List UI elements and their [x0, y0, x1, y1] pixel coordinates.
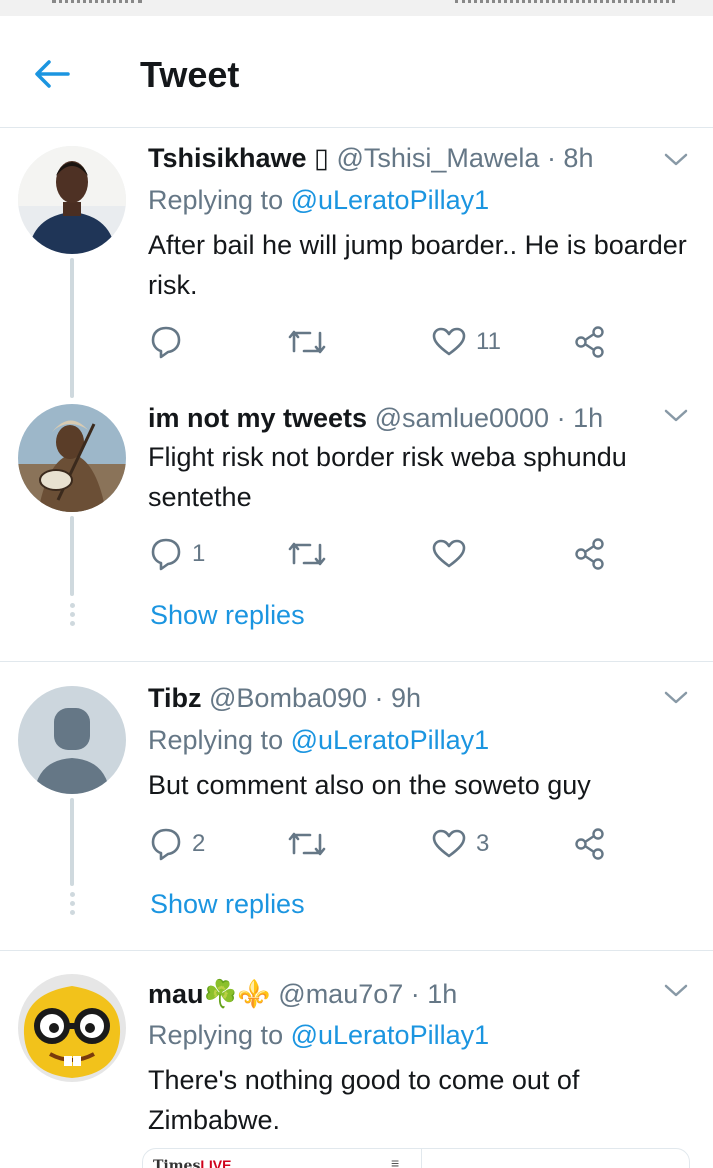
tweet-header: Tshisikhawe ▯ @Tshisi_Mawela · 8h [148, 143, 593, 174]
tweet-header: im not my tweets @samlue0000 · 1h [148, 403, 603, 434]
heart-icon [432, 829, 466, 858]
thread-line [70, 258, 74, 398]
avatar-photo-icon [18, 146, 126, 254]
reply-bubble-icon [151, 538, 181, 571]
replying-to: Replying to @uLeratoPillay1 [148, 725, 489, 756]
replying-to-label: Replying to [148, 725, 291, 755]
heart-icon [432, 327, 466, 356]
card-menu-icon: ≡ [391, 1155, 400, 1168]
divider [0, 950, 713, 951]
retweet-icon [288, 832, 326, 856]
like-button[interactable]: 11 [432, 324, 501, 360]
show-replies-link[interactable]: Show replies [150, 600, 305, 631]
like-count: 3 [476, 830, 490, 857]
chevron-down-icon [664, 984, 688, 997]
replying-to-handle[interactable]: @uLeratoPillay1 [291, 1020, 490, 1050]
tweet-header: mau☘️⚜️ @mau7o7 · 1h [148, 978, 457, 1010]
tweet-menu-button[interactable] [662, 406, 690, 426]
like-button[interactable] [432, 536, 476, 572]
replying-to-handle[interactable]: @uLeratoPillay1 [291, 185, 490, 215]
tweet-text: There's nothing good to come out of Zimb… [148, 1065, 580, 1135]
replying-to: Replying to @uLeratoPillay1 [148, 1020, 489, 1051]
tweet-menu-button[interactable] [662, 150, 690, 170]
replying-to-label: Replying to [148, 1020, 291, 1050]
tweet-time: · 9h [374, 683, 422, 713]
like-button[interactable]: 3 [432, 826, 489, 862]
status-bar-right-icons [455, 0, 675, 4]
share-button[interactable] [574, 826, 606, 862]
user-handle[interactable]: @samlue0000 [375, 403, 550, 433]
nerd-emoji-avatar-icon [18, 974, 126, 1082]
reply-bubble-icon [151, 828, 181, 861]
retweet-button[interactable] [288, 826, 336, 862]
divider [0, 661, 713, 662]
replying-to-handle[interactable]: @uLeratoPillay1 [291, 725, 490, 755]
replying-to: Replying to @uLeratoPillay1 [148, 185, 489, 216]
share-button[interactable] [574, 324, 606, 360]
retweet-icon [288, 330, 326, 354]
show-replies-link[interactable]: Show replies [150, 889, 305, 920]
avatar[interactable] [18, 146, 126, 254]
avatar[interactable] [18, 404, 126, 512]
reply-button[interactable]: 1 [150, 536, 205, 572]
replying-to-label: Replying to [148, 185, 291, 215]
arrow-left-icon [35, 60, 70, 88]
card-publisher-logo: TimesLIVE [153, 1157, 231, 1168]
user-handle[interactable]: @mau7o7 [278, 979, 403, 1009]
app-bar: Tweet [0, 16, 713, 128]
share-icon [575, 326, 604, 358]
link-preview-card[interactable]: TimesLIVE ≡ [142, 1148, 690, 1168]
avatar-photo-icon [18, 404, 126, 512]
card-logo-accent: LIVE [200, 1157, 232, 1168]
tweet-text: But comment also on the soweto guy [148, 770, 591, 800]
reply-bubble-icon [151, 326, 181, 359]
reply-count: 1 [192, 540, 206, 567]
share-button[interactable] [574, 536, 606, 572]
thread-dots [67, 603, 77, 629]
tweet-time: · 1h [410, 979, 458, 1009]
thread-line [70, 516, 74, 596]
tweet-text: After bail he will jump boarder.. He is … [148, 230, 687, 300]
retweet-button[interactable] [288, 324, 336, 360]
display-name[interactable]: Tibz [148, 683, 202, 713]
avatar[interactable] [18, 974, 126, 1082]
status-bar-left-icons [52, 0, 142, 4]
avatar[interactable] [18, 686, 126, 794]
card-logo-main: Times [153, 1158, 201, 1168]
tweet-header: Tibz @Bomba090 · 9h [148, 683, 421, 714]
chevron-down-icon [664, 153, 688, 166]
tweet-time: · 1h [556, 403, 604, 433]
status-bar [0, 0, 713, 16]
chevron-down-icon [664, 409, 688, 422]
back-button[interactable] [26, 54, 78, 94]
share-icon [575, 538, 604, 570]
tweet-time: · 8h [546, 143, 594, 173]
reply-count: 2 [192, 830, 206, 857]
tweet-menu-button[interactable] [662, 981, 690, 1001]
reply-button[interactable]: 2 [150, 826, 205, 862]
retweet-icon [288, 542, 326, 566]
display-name[interactable]: mau☘️⚜️ [148, 979, 271, 1009]
card-separator [421, 1149, 422, 1168]
thread-dots [67, 892, 77, 918]
tweet-text: Flight risk not border risk weba sphundu… [148, 442, 627, 512]
chevron-down-icon [664, 691, 688, 704]
page-title: Tweet [140, 54, 240, 95]
heart-icon [432, 539, 466, 568]
display-name[interactable]: Tshisikhawe ▯ [148, 143, 329, 173]
default-avatar-icon [18, 686, 126, 794]
retweet-button[interactable] [288, 536, 336, 572]
like-count: 11 [476, 328, 501, 355]
thread-line [70, 798, 74, 886]
user-handle[interactable]: @Tshisi_Mawela [336, 143, 539, 173]
user-handle[interactable]: @Bomba090 [209, 683, 367, 713]
tweet-menu-button[interactable] [662, 688, 690, 708]
share-icon [575, 828, 604, 860]
reply-button[interactable] [150, 324, 192, 360]
display-name[interactable]: im not my tweets [148, 403, 367, 433]
